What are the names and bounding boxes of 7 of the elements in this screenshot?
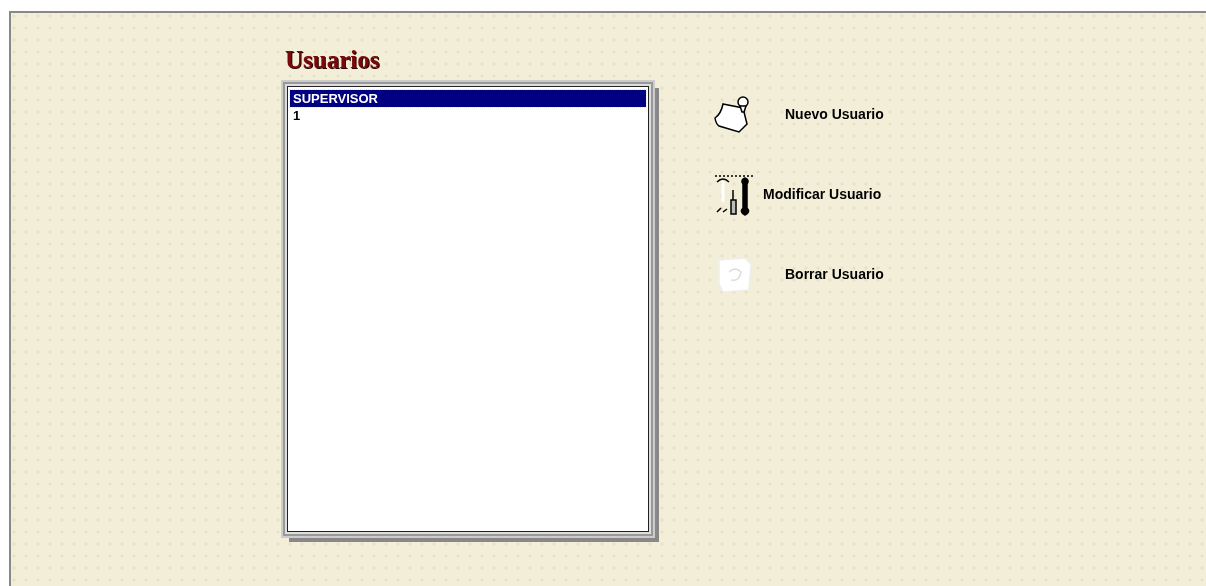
list-item[interactable]: 1 [290,107,646,124]
list-item[interactable]: SUPERVISOR [290,90,646,107]
action-link[interactable]: Nuevo Usuario [763,106,884,122]
action-link[interactable]: Modificar Usuario [763,186,882,202]
section-title: Usuarios [285,46,381,74]
action-link[interactable]: Borrar Usuario [763,266,884,282]
tools-icon [713,172,755,216]
